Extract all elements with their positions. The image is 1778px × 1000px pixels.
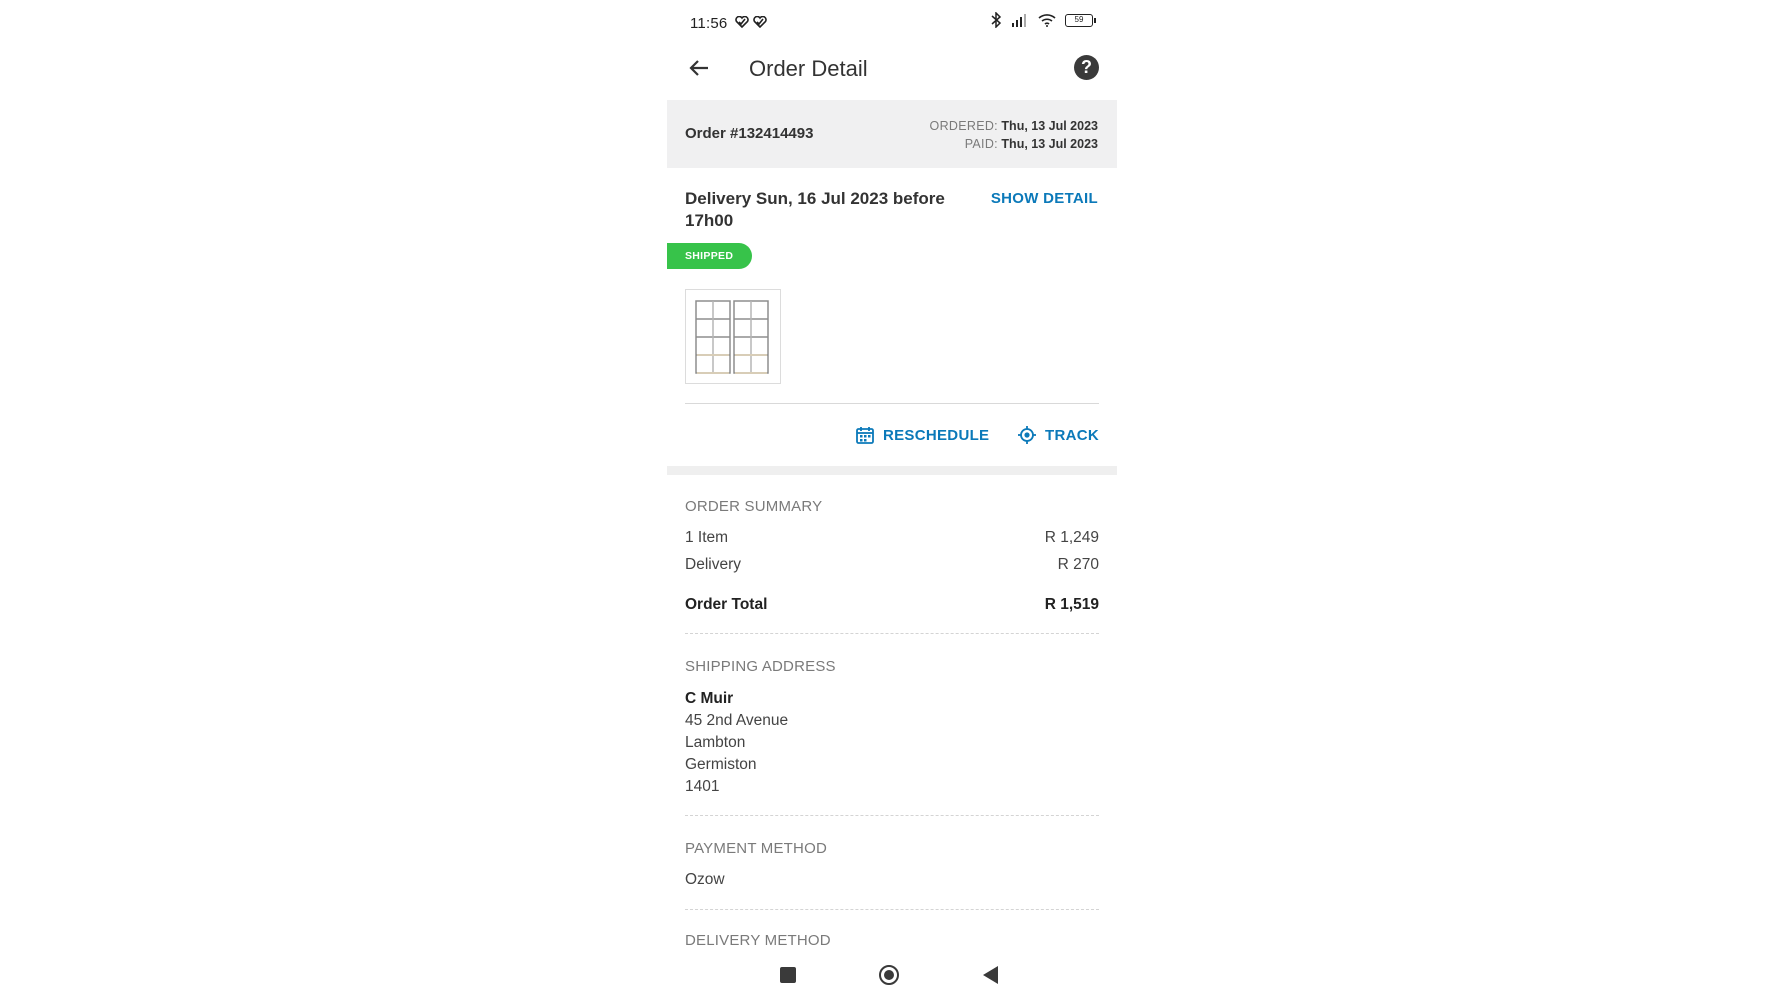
order-number: Order #132414493 — [685, 125, 814, 142]
phone-screen: 11:56 59 Order Detail ? Order #132414493… — [667, 0, 1117, 1000]
heart-check-icon — [753, 15, 767, 31]
shipping-address-heading: SHIPPING ADDRESS — [685, 658, 836, 675]
track-label: TRACK — [1045, 426, 1099, 444]
summary-delivery-row: Delivery R 270 — [685, 556, 1099, 574]
bluetooth-icon — [991, 12, 1002, 28]
show-detail-link[interactable]: SHOW DETAIL — [991, 190, 1098, 207]
status-bar: 11:56 59 — [667, 0, 1117, 46]
items-value: R 1,249 — [1044, 529, 1099, 546]
back-icon[interactable] — [983, 966, 998, 984]
status-badge: SHIPPED — [667, 243, 752, 269]
status-time: 11:56 — [690, 15, 728, 32]
ordered-label: ORDERED: — [929, 119, 998, 133]
app-bar: Order Detail ? — [667, 46, 1117, 90]
delivery-label: Delivery — [685, 556, 741, 573]
help-icon[interactable]: ? — [1074, 55, 1099, 80]
signal-icon — [1012, 14, 1026, 27]
total-value: R 1,519 — [1044, 596, 1099, 613]
battery-icon: 59 — [1065, 13, 1096, 27]
order-header: Order #132414493 ORDERED: Thu, 13 Jul 20… — [667, 100, 1117, 168]
ordered-date: Thu, 13 Jul 2023 — [1001, 119, 1098, 133]
paid-label: PAID: — [964, 137, 998, 151]
summary-total-row: Order Total R 1,519 — [685, 596, 1099, 614]
address-line: Lambton — [685, 734, 746, 751]
delivery-title: Delivery Sun, 16 Jul 2023 before 17h00 — [685, 189, 945, 230]
payment-method-heading: PAYMENT METHOD — [685, 840, 827, 857]
section-band — [667, 466, 1117, 475]
track-button[interactable]: TRACK — [1017, 425, 1099, 445]
address-postcode: 1401 — [685, 778, 720, 795]
total-label: Order Total — [685, 596, 768, 613]
location-target-icon — [1018, 426, 1036, 444]
paid-date: Thu, 13 Jul 2023 — [1001, 137, 1098, 151]
dashed-divider — [685, 815, 1099, 816]
navigation-bar — [667, 946, 1117, 1000]
shelving-unit-image[interactable] — [685, 289, 781, 384]
payment-method-value: Ozow — [685, 871, 725, 888]
delivery-value: R 270 — [1057, 556, 1099, 573]
page-title: Order Detail — [749, 56, 868, 81]
divider — [685, 403, 1099, 404]
reschedule-button[interactable]: RESCHEDULE — [855, 425, 989, 445]
shipping-address: C Muir 45 2nd Avenue Lambton Germiston 1… — [685, 688, 788, 798]
dashed-divider — [685, 633, 1099, 634]
summary-items-row: 1 Item R 1,249 — [685, 529, 1099, 547]
items-label: 1 Item — [685, 529, 729, 546]
recent-apps-icon[interactable] — [780, 967, 796, 983]
back-arrow-icon[interactable] — [687, 56, 715, 82]
reschedule-label: RESCHEDULE — [883, 426, 990, 444]
calendar-icon — [856, 427, 874, 444]
battery-level: 59 — [1074, 14, 1084, 24]
recipient-name: C Muir — [685, 690, 734, 707]
dashed-divider — [685, 909, 1099, 910]
address-line: 45 2nd Avenue — [685, 712, 789, 729]
order-summary-heading: ORDER SUMMARY — [685, 498, 823, 515]
wifi-icon — [1038, 14, 1056, 27]
heart-check-icon — [735, 15, 749, 31]
order-dates: ORDERED: Thu, 13 Jul 2023 PAID: Thu, 13 … — [930, 117, 1098, 153]
address-line: Germiston — [685, 756, 757, 773]
home-icon[interactable] — [879, 965, 899, 985]
